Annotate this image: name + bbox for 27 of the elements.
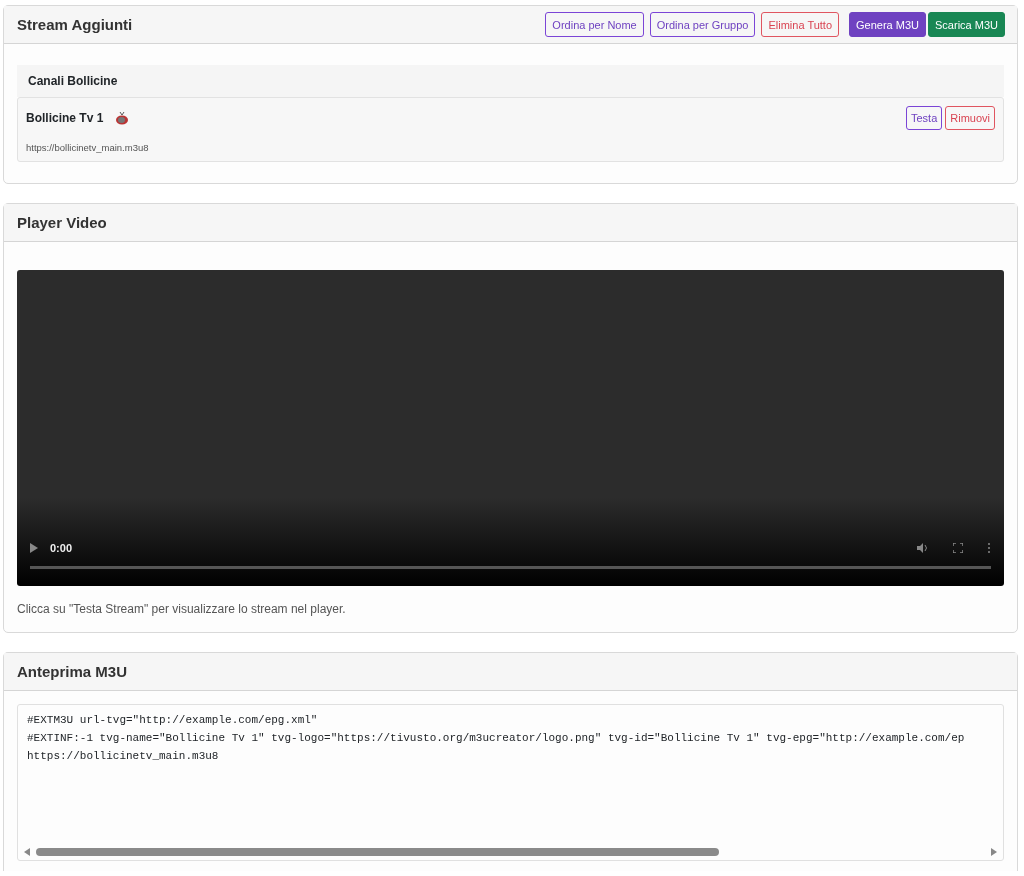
channel-button[interactable]: Testa bbox=[905, 106, 943, 130]
progress-track[interactable] bbox=[30, 566, 991, 569]
channel-button[interactable]: Rimuovi bbox=[945, 106, 995, 130]
toolbar-button[interactable]: Ordina per Nome bbox=[545, 12, 644, 37]
channel-url: https://bollicinetv_main.m3u8 bbox=[26, 142, 150, 153]
card-title: Anteprima M3U bbox=[17, 663, 129, 680]
more-icon[interactable] bbox=[987, 543, 991, 553]
card-title: Player Video bbox=[17, 214, 108, 231]
fullscreen-icon[interactable] bbox=[953, 543, 963, 553]
toolbar-button[interactable]: Genera M3U bbox=[849, 12, 927, 37]
toolbar-button[interactable]: Scarica M3U bbox=[928, 12, 1005, 37]
player-hint: Clicca su "Testa Stream" per visualizzare lo stream nel player. bbox=[17, 602, 347, 616]
tv-icon bbox=[115, 111, 130, 125]
code-line: #EXTINF:-1 tvg-name="Bollicine Tv 1" tvg-logo="https://tivusto.org/m3ucreator/logo.png" tvg-id="Bollicine Tv 1" tvg-epg="http://example.com/ep bbox=[27, 731, 965, 746]
toolbar-button[interactable]: Ordina per Gruppo bbox=[649, 12, 756, 37]
channel-name: Bollicine Tv 1 bbox=[26, 111, 104, 125]
card-title: Stream Aggiunti bbox=[17, 16, 134, 33]
scroll-left-icon[interactable] bbox=[24, 848, 30, 856]
play-icon[interactable] bbox=[30, 543, 38, 553]
scroll-right-icon[interactable] bbox=[991, 848, 997, 856]
toolbar-button[interactable]: Elimina Tutto bbox=[761, 12, 840, 37]
group-header: Canali Bollicine bbox=[17, 65, 1004, 97]
time-display: 0:00 bbox=[50, 542, 73, 554]
video-player[interactable]: 0:00 bbox=[17, 270, 1004, 586]
code-line: #EXTM3U url-tvg="http://example.com/epg.xml" bbox=[27, 713, 318, 728]
code-line: https://bollicinetv_main.m3u8 bbox=[27, 749, 219, 764]
volume-icon[interactable] bbox=[917, 543, 929, 553]
